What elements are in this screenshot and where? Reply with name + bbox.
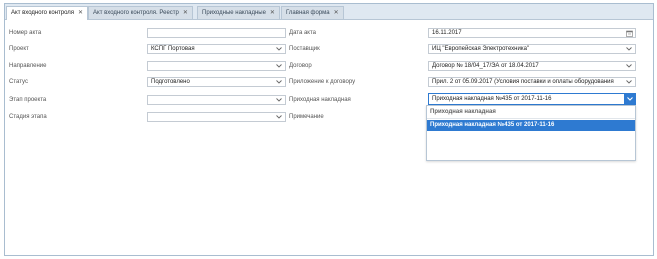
note-label: Примечание	[289, 114, 324, 120]
status-label: Статус	[9, 79, 28, 85]
contract-appendix-select[interactable]: Прил. 2 от 05.09.2017 (Условия поставки …	[428, 77, 636, 87]
invoice-dropdown-list: Приходная накладная Приходная накладная …	[426, 105, 636, 161]
tab-label: Приходные накладные	[202, 10, 266, 16]
stage-phase-label: Стадия этапа	[9, 114, 47, 120]
direction-select[interactable]	[147, 61, 286, 71]
act-number-input[interactable]	[147, 28, 286, 38]
direction-label: Направление	[9, 63, 47, 69]
supplier-select[interactable]: ИЦ "Европейская Электротехника"	[428, 44, 636, 54]
project-label: Проект	[9, 46, 29, 52]
tab-label: Акт входного контроля	[11, 10, 75, 16]
invoice-select[interactable]: Приходная накладная №435 от 2017-11-16	[428, 93, 636, 105]
contract-appendix-label: Приложение к договору	[289, 79, 356, 85]
invoice-label: Приходная накладная	[289, 97, 351, 103]
act-number-label: Номер акта	[9, 30, 42, 36]
project-stage-label: Этап проекта	[9, 97, 47, 103]
status-select[interactable]: Подготовлено	[147, 77, 286, 87]
tab-act-registry[interactable]: Акт входного контроля. Реестр ✕	[88, 6, 193, 19]
chevron-down-icon[interactable]	[276, 46, 282, 52]
chevron-down-icon	[627, 97, 633, 101]
chevron-down-icon[interactable]	[276, 63, 282, 69]
chevron-down-icon[interactable]	[276, 97, 282, 103]
dropdown-option-invoice-435[interactable]: Приходная накладная №435 от 2017-11-16	[427, 120, 635, 131]
close-icon[interactable]: ✕	[78, 10, 83, 16]
dropdown-group-header: Приходная накладная	[430, 109, 496, 115]
close-icon[interactable]: ✕	[270, 10, 275, 16]
chevron-down-icon[interactable]	[276, 114, 282, 120]
act-date-label: Дата акта	[289, 30, 316, 36]
act-date-input[interactable]: 16.11.2017	[428, 28, 636, 38]
calendar-icon[interactable]	[626, 30, 633, 37]
dropdown-toggle-button[interactable]	[624, 94, 635, 104]
tab-main-form[interactable]: Главная форма ✕	[281, 6, 344, 19]
tab-bar: Акт входного контроля ✕ Акт входного конт…	[5, 4, 653, 20]
contract-select[interactable]: Договор № 18/04_17/ЭА от 18.04.2017	[428, 61, 636, 71]
project-select[interactable]: КСПГ Портовая	[147, 44, 286, 54]
supplier-label: Поставщик	[289, 46, 320, 52]
chevron-down-icon[interactable]	[626, 46, 632, 52]
contract-label: Договор	[289, 63, 312, 69]
chevron-down-icon[interactable]	[626, 79, 632, 85]
tab-label: Главная форма	[286, 10, 330, 16]
close-icon[interactable]: ✕	[334, 10, 339, 16]
tab-incoming-invoices[interactable]: Приходные накладные ✕	[197, 6, 280, 19]
stage-phase-select[interactable]	[147, 112, 286, 122]
tab-act-input-control[interactable]: Акт входного контроля ✕	[6, 6, 89, 20]
tab-label: Акт входного контроля. Реестр	[93, 10, 179, 16]
project-stage-select[interactable]	[147, 95, 286, 105]
close-icon[interactable]: ✕	[183, 10, 188, 16]
chevron-down-icon[interactable]	[276, 79, 282, 85]
chevron-down-icon[interactable]	[626, 63, 632, 69]
dropdown-divider	[427, 118, 635, 119]
